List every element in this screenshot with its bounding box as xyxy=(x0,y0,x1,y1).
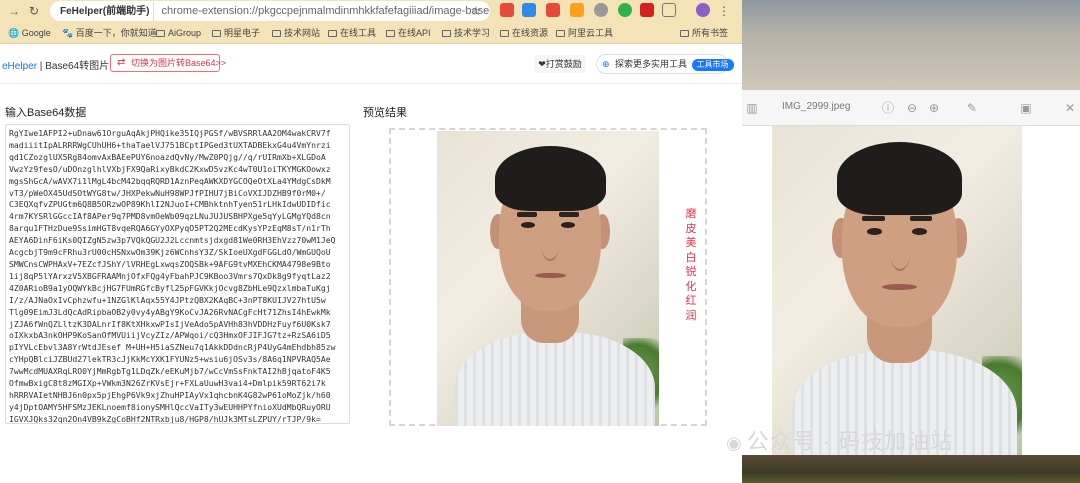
preview-section-title: 预览结果 xyxy=(363,107,407,119)
markup-pen-icon[interactable]: ✎ xyxy=(964,100,980,116)
preview-image xyxy=(437,131,659,426)
address-bar[interactable]: FeHelper(前端助手) chrome-extension://pkgccp… xyxy=(50,1,490,21)
wechat-icon: ◉ xyxy=(726,433,743,453)
profile-avatar-icon[interactable] xyxy=(696,3,710,17)
desktop-background xyxy=(742,0,1080,90)
site-chip[interactable]: FeHelper(前端助手) xyxy=(56,2,155,21)
page-title: Base64转图片 xyxy=(45,61,110,72)
desktop-background-bottom xyxy=(742,455,1080,483)
bookmark-folder[interactable]: 技术学习 xyxy=(442,26,490,40)
extensions-puzzle-icon[interactable] xyxy=(662,3,676,17)
switch-button-label: 切换为图片转Base64>> xyxy=(131,58,227,68)
bookmark-folder[interactable]: 技术网站 xyxy=(272,26,320,40)
extension-icon[interactable] xyxy=(640,3,654,17)
bookmark-folder[interactable]: AiGroup xyxy=(156,26,201,40)
preview-app-window: ▥ IMG_2999.jpeg ⓘ ⊖ ⊕ ✎ ▣ ✕ xyxy=(742,0,1080,483)
bookmark-folder[interactable]: 在线API xyxy=(386,26,431,40)
bookmark-folder[interactable]: 在线资源 xyxy=(500,26,548,40)
zoom-in-icon[interactable]: ⊕ xyxy=(926,100,942,116)
extension-icon[interactable] xyxy=(546,3,560,17)
donate-label: 打赏鼓励 xyxy=(545,59,582,69)
zoom-out-icon[interactable]: ⊖ xyxy=(904,100,920,116)
watermark: ◉ 公众号 · 码技加油站 xyxy=(726,424,953,456)
tool-market-badge: 工具市场 xyxy=(691,59,734,71)
reload-icon[interactable]: ↻ xyxy=(26,3,42,19)
close-icon[interactable]: ✕ xyxy=(1062,100,1078,116)
effect-smooth-skin[interactable]: 磨皮 xyxy=(683,207,699,236)
extension-icon[interactable] xyxy=(500,3,514,17)
app-header: eHelper | Base64转图片 ⇄ 切换为图片转Base64>> ❤打赏… xyxy=(0,44,742,84)
bookmark-folder[interactable]: 在线工具 xyxy=(328,26,376,40)
app-brand: eHelper | Base64转图片 xyxy=(2,57,109,72)
all-bookmarks-folder[interactable]: 所有书签 xyxy=(680,26,728,40)
browser-toolbar: → ↻ FeHelper(前端助手) chrome-extension://pk… xyxy=(0,0,742,22)
preview-toolbar: ▥ IMG_2999.jpeg ⓘ ⊖ ⊕ ✎ ▣ ✕ xyxy=(742,90,1080,126)
plus-circle-icon: ⊕ xyxy=(602,59,610,69)
base64-input-textarea[interactable]: RgYIwe1AFPI2+uDnaw61OrguAqAkjPHQike35IQj… xyxy=(5,124,350,424)
menu-dots-icon[interactable]: ⋮ xyxy=(716,3,732,19)
extension-icon[interactable] xyxy=(522,3,536,17)
extension-icon[interactable] xyxy=(570,3,584,17)
bookmark-folder[interactable]: 明星电子 xyxy=(212,26,260,40)
swap-icon: ⇄ xyxy=(117,57,126,68)
preview-app-image xyxy=(772,126,1022,455)
extension-icon[interactable] xyxy=(594,3,608,17)
bookmark-baidu[interactable]: 🐾 百度一下，你就知道 xyxy=(62,26,157,40)
watermark-text: 公众号 · 码技加油站 xyxy=(746,429,954,454)
bookmark-google[interactable]: 🌐 Google xyxy=(8,26,51,40)
url-text: chrome-extension://pkgccpejnmalmdinmhkkf… xyxy=(161,5,490,17)
input-section-title: 输入Base64数据 xyxy=(5,107,87,119)
bookmark-star-icon[interactable]: ☆ xyxy=(468,3,484,19)
forward-icon[interactable]: → xyxy=(6,3,22,19)
preview-sidebar xyxy=(742,126,772,456)
adjust-icon[interactable]: ▣ xyxy=(1018,100,1034,116)
bookmarks-bar: 🌐 Google 🐾 百度一下，你就知道 AiGroup 明星电子 技术网站 在… xyxy=(0,22,742,44)
effect-whiten[interactable]: 美白 xyxy=(683,236,699,265)
donate-button[interactable]: ❤打赏鼓励 xyxy=(534,55,586,73)
info-icon[interactable]: ⓘ xyxy=(880,100,896,116)
switch-to-image-to-base64-button[interactable]: ⇄ 切换为图片转Base64>> xyxy=(110,54,226,72)
effect-options: 磨皮 美白 锐化 红润 xyxy=(683,207,699,323)
bookmark-folder[interactable]: 阿里云工具 xyxy=(556,26,613,40)
explore-tools-button[interactable]: ⊕ 探索更多实用工具 工具市场 xyxy=(596,54,734,74)
brand-name: eHelper xyxy=(2,61,38,72)
effect-sharpen[interactable]: 锐化 xyxy=(683,265,699,294)
browser-window: → ↻ FeHelper(前端助手) chrome-extension://pk… xyxy=(0,0,742,483)
sidebar-toggle-icon[interactable]: ▥ xyxy=(744,100,760,116)
effect-rosy[interactable]: 红润 xyxy=(683,294,699,323)
brand-separator: | xyxy=(37,61,46,72)
explore-label: 探索更多实用工具 xyxy=(615,59,688,69)
extension-icon[interactable] xyxy=(618,3,632,17)
preview-filename: IMG_2999.jpeg xyxy=(782,101,851,112)
